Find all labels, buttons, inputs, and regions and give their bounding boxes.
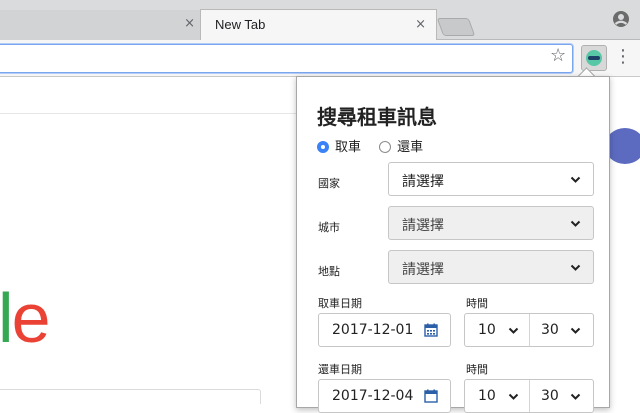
city-select-value: 請選擇 (402, 218, 444, 234)
chevron-down-icon (570, 327, 581, 334)
pickup-radio-label[interactable]: 取車 (335, 140, 361, 155)
new-tab-button[interactable] (436, 18, 476, 36)
car-rental-extension-icon (586, 50, 602, 66)
menu-icon[interactable]: ⋮ (614, 45, 632, 69)
return-radio-label[interactable]: 還車 (397, 140, 423, 155)
tab-new-tab[interactable]: New Tab × (200, 9, 437, 41)
return-time-label: 時間 (466, 363, 488, 376)
calendar-icon[interactable] (424, 389, 438, 403)
tab-previous[interactable]: × (0, 10, 206, 40)
page-divider (0, 113, 297, 114)
car-rental-popup: 搜尋租車訊息 取車 還車 國家 請選擇 城市 請選擇 地點 請選擇 取車日期 時… (296, 76, 610, 413)
tab-title: New Tab (215, 17, 266, 32)
time-divider (529, 380, 530, 412)
country-label: 國家 (318, 177, 340, 190)
return-date-label: 還車日期 (318, 363, 362, 376)
city-select[interactable]: 請選擇 (388, 206, 594, 240)
location-select[interactable]: 請選擇 (388, 250, 594, 284)
return-date-input[interactable]: 2017-12-04 (318, 379, 451, 413)
time-divider (529, 314, 530, 346)
pickup-date-value: 2017-12-01 (332, 322, 414, 338)
search-box[interactable] (0, 389, 261, 404)
return-hour-value[interactable]: 10 (478, 388, 496, 404)
pickup-radio[interactable] (317, 141, 329, 153)
tab-strip: × New Tab × (0, 0, 640, 41)
pickup-return-radio-group: 取車 還車 (317, 136, 437, 155)
city-label: 城市 (318, 221, 340, 234)
pickup-time-label: 時間 (466, 297, 488, 310)
pickup-hour-value[interactable]: 10 (478, 322, 496, 338)
address-bar[interactable] (0, 44, 573, 73)
google-logo-partial: le (0, 279, 50, 357)
location-label: 地點 (318, 265, 340, 278)
profile-icon[interactable] (612, 10, 630, 28)
tab-close-button[interactable]: × (184, 16, 195, 31)
return-time-select[interactable]: 10 30 (464, 379, 594, 413)
return-radio[interactable] (379, 141, 392, 153)
pickup-date-label: 取車日期 (318, 297, 362, 310)
country-select[interactable]: 請選擇 (388, 162, 594, 196)
location-select-value: 請選擇 (402, 262, 444, 278)
bookmark-star-icon[interactable]: ☆ (550, 45, 566, 66)
popup-title: 搜尋租車訊息 (317, 105, 437, 129)
chevron-down-icon (570, 393, 581, 400)
return-minute-value[interactable]: 30 (541, 388, 559, 404)
apps-avatar[interactable] (605, 128, 640, 164)
pickup-date-input[interactable]: 2017-12-01 (318, 313, 451, 347)
chevron-down-icon (570, 220, 581, 227)
pickup-time-select[interactable]: 10 30 (464, 313, 594, 347)
tab-close-button[interactable]: × (415, 17, 426, 32)
chevron-down-icon (570, 264, 581, 271)
toolbar (0, 40, 640, 77)
calendar-icon[interactable] (424, 323, 438, 337)
chevron-down-icon (508, 393, 519, 400)
pickup-minute-value[interactable]: 30 (541, 322, 559, 338)
chevron-down-icon (508, 327, 519, 334)
chevron-down-icon (570, 176, 581, 183)
country-select-value: 請選擇 (402, 174, 444, 190)
return-date-value: 2017-12-04 (332, 388, 414, 404)
